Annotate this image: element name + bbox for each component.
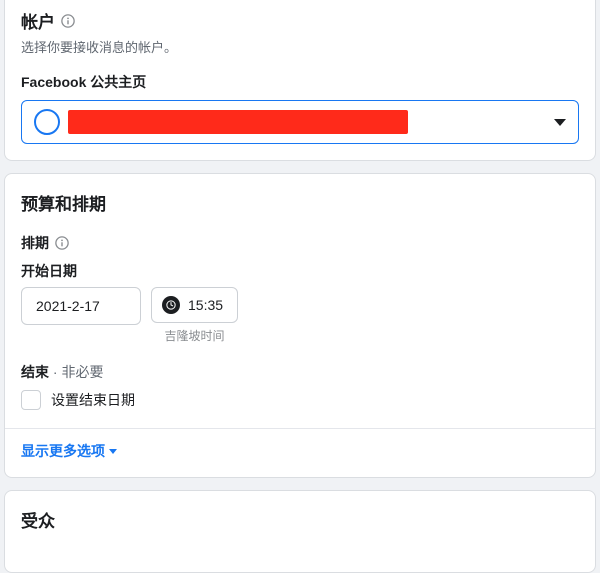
show-more-options-button[interactable]: 显示更多选项 [21,441,117,461]
account-subtitle: 选择你要接收消息的帐户。 [21,37,579,56]
chevron-down-icon [109,449,117,454]
chevron-down-icon [554,119,566,126]
set-end-date-label: 设置结束日期 [51,390,135,410]
page-avatar [34,109,60,135]
start-date-input[interactable]: 2021-2-17 [21,287,141,325]
timezone-note: 吉隆坡时间 [165,327,225,344]
start-time-value: 15:35 [188,297,223,313]
audience-section: 受众 [4,490,596,573]
audience-title: 受众 [21,507,55,532]
info-icon[interactable] [55,236,69,250]
account-section: 帐户 选择你要接收消息的帐户。 Facebook 公共主页 [4,0,596,161]
clock-icon [162,296,180,314]
set-end-date-checkbox[interactable] [21,390,41,410]
show-more-label: 显示更多选项 [21,441,105,461]
schedule-label: 排期 [21,233,49,253]
start-date-value: 2021-2-17 [36,298,100,314]
page-dropdown[interactable] [21,100,579,144]
page-field-label: Facebook 公共主页 [21,72,579,92]
start-time-input[interactable]: 15:35 [151,287,238,323]
page-name-redacted [68,110,408,134]
end-label: 结束 · 非必要 [21,362,579,382]
info-icon[interactable] [61,14,75,28]
start-date-label: 开始日期 [21,261,579,281]
divider [5,428,595,429]
budget-schedule-section: 预算和排期 排期 开始日期 2021-2-17 15:35 吉隆坡时间 结束 ·… [4,173,596,478]
budget-title: 预算和排期 [21,190,106,215]
account-title: 帐户 [21,8,55,33]
